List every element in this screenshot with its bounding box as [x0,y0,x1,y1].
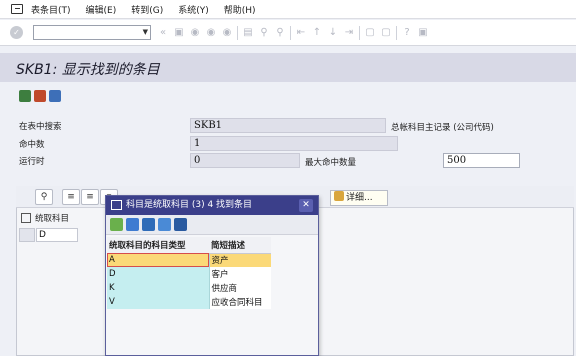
hits-row: 命中数 1 [0,135,576,152]
cancel-icon[interactable]: ◉ [221,27,233,39]
new-session-icon[interactable]: ▢ [364,27,376,39]
popup-title-bar: 科目是统取科目 (3) 4 找到条目 ✕ [106,196,318,215]
find-next-icon[interactable]: ⚲ [274,27,286,39]
menu-edit[interactable]: 编辑(E) [86,3,117,16]
column-header-type[interactable]: 统取科目的科目类型 [107,237,209,254]
menu-system[interactable]: 系统(Y) [178,3,209,16]
search-table-label: 在表中搜索 [19,122,62,132]
entry-list: 统取科目的科目类型 简短描述 A 资产 D 客户 K 供应商 V 应收合同科目 [107,237,271,309]
cell-type[interactable]: K [107,281,210,295]
cell-desc[interactable]: 客户 [209,267,271,281]
tree-icon[interactable] [34,90,46,102]
save-variant-icon[interactable] [49,90,61,102]
table-description: 总帐科目主记录 (公司代码) [391,123,494,133]
row-selector[interactable] [19,228,35,242]
detail-icon [334,191,344,201]
detail-button-label: 详细... [346,193,373,203]
last-page-icon[interactable]: ⇥ [343,27,355,39]
list-item[interactable]: A 资产 [107,253,271,267]
print-icon[interactable] [174,218,187,231]
layout-menu-icon[interactable]: ▣ [417,27,429,39]
check-icon[interactable] [110,218,123,231]
list-item[interactable]: D 客户 [107,267,271,281]
cell-type[interactable]: D [107,267,210,281]
runtime-label: 运行时 [19,157,45,167]
hits-label: 命中数 [19,140,45,150]
chevron-down-icon[interactable]: ▼ [143,28,148,36]
window-menu-icon[interactable] [11,4,23,14]
runtime-field: 0 [190,153,300,168]
menu-table-entry[interactable]: 表条目(T) [31,3,71,16]
result-column-header: 统取科目 [21,212,69,224]
title-bar: SKB1: 显示找到的条目 [0,53,576,82]
detail-button[interactable]: 详细... [330,190,388,206]
find-icon[interactable]: ⚲ [35,189,53,205]
application-toolbar [0,82,576,110]
max-hits-label: 最大命中数量 [305,158,357,168]
back-icon[interactable]: ◉ [189,27,201,39]
first-page-icon[interactable]: ⇤ [295,27,307,39]
enter-check-icon[interactable]: ✓ [10,26,23,39]
runtime-row: 运行时 0 最大命中数量 500 [0,152,576,169]
result-column-label: 统取科目 [35,214,70,224]
menu-bar: 表条目(T) 编辑(E) 转到(G) 系统(Y) 帮助(H) [0,0,576,19]
max-hits-input[interactable]: 500 [443,153,520,168]
menu-help[interactable]: 帮助(H) [224,3,256,16]
sort-descending-icon[interactable]: ≡ [81,189,99,205]
popup-toolbar [106,215,318,235]
command-field[interactable]: ▼ [33,25,151,40]
next-page-icon[interactable]: ↓ [327,27,339,39]
popup-title: 科目是统取科目 (3) 4 找到条目 [126,200,253,210]
search-table-row: 在表中搜索 SKB1 总帐科目主记录 (公司代码) [0,117,576,134]
system-toolbar: ✓ ▼ « ▣ ◉ ◉ ◉ ▤ ⚲ ⚲ ⇤ ↑ ↓ ⇥ ▢ ▢ ? ▣ [0,20,576,46]
find-next-icon[interactable] [158,218,171,231]
window-icon [111,200,122,210]
select-all-checkbox[interactable] [21,213,31,223]
column-header-desc[interactable]: 简短描述 [209,237,271,254]
menu-goto[interactable]: 转到(G) [131,3,163,16]
cell-desc[interactable]: 供应商 [209,281,271,295]
cell-desc[interactable]: 应收合同科目 [209,295,271,309]
close-icon[interactable]: ✕ [299,199,313,212]
page-title: SKB1: 显示找到的条目 [16,62,160,78]
help-icon[interactable]: ? [401,27,413,39]
cell-type[interactable]: V [107,295,210,309]
find-icon[interactable] [142,218,155,231]
double-chevron-left-icon[interactable]: « [157,27,169,39]
search-table-field: SKB1 [190,118,386,133]
exit-icon[interactable]: ◉ [205,27,217,39]
previous-page-icon[interactable]: ↑ [311,27,323,39]
result-cell[interactable]: D [36,228,78,242]
cancel-icon[interactable] [126,218,139,231]
print-icon[interactable]: ▤ [242,27,254,39]
cell-desc[interactable]: 资产 [209,253,271,267]
save-icon[interactable]: ▣ [173,27,185,39]
shortcut-icon[interactable]: ▢ [380,27,392,39]
value-help-popup: 科目是统取科目 (3) 4 找到条目 ✕ 统取科目的科目类型 简短描述 A 资产… [105,195,319,356]
find-icon[interactable]: ⚲ [258,27,270,39]
hits-field: 1 [190,136,398,151]
sort-ascending-icon[interactable]: ≡ [62,189,80,205]
list-item[interactable]: V 应收合同科目 [107,295,271,309]
list-item[interactable]: K 供应商 [107,281,271,295]
cell-type[interactable]: A [107,253,210,267]
execute-icon[interactable] [19,90,31,102]
